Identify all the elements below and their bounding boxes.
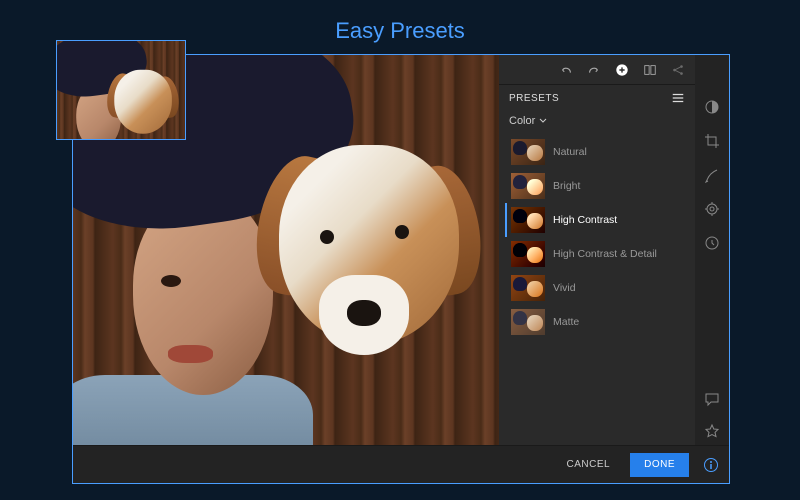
optics-icon[interactable] [704, 201, 720, 217]
preset-list: Natural Bright High Contrast High Contra… [499, 135, 695, 483]
photo-dog-eye-left [320, 230, 334, 244]
preset-label: Natural [553, 146, 587, 158]
crop-icon[interactable] [704, 133, 720, 149]
preset-category-label: Color [509, 115, 535, 127]
before-thumbnail[interactable] [56, 40, 186, 140]
preset-label: Bright [553, 180, 580, 192]
preset-natural[interactable]: Natural [505, 135, 695, 169]
preset-matte[interactable]: Matte [505, 305, 695, 339]
comment-icon[interactable] [704, 391, 720, 407]
preset-bright[interactable]: Bright [505, 169, 695, 203]
preset-thumb [511, 275, 545, 301]
preset-thumb [511, 241, 545, 267]
panel-menu-icon[interactable] [671, 91, 685, 105]
preset-thumb [511, 173, 545, 199]
chevron-down-icon [539, 117, 547, 125]
preset-label: Vivid [553, 282, 576, 294]
footer-bar: CANCEL DONE [73, 445, 729, 483]
preset-thumb [511, 139, 545, 165]
edit-icon[interactable] [704, 99, 720, 115]
star-icon[interactable] [704, 423, 720, 439]
preset-high-contrast-detail[interactable]: High Contrast & Detail [505, 237, 695, 271]
cancel-button[interactable]: CANCEL [553, 453, 625, 477]
preset-high-contrast[interactable]: High Contrast [505, 203, 695, 237]
brush-icon[interactable] [704, 167, 720, 183]
preset-label: High Contrast & Detail [553, 248, 657, 260]
photo-dog-nose [347, 300, 381, 326]
redo-icon[interactable] [587, 63, 601, 77]
photo-lips [168, 345, 213, 363]
history-icon[interactable] [704, 235, 720, 251]
right-rail [695, 55, 729, 483]
preset-thumb [511, 309, 545, 335]
presets-panel: PRESETS Color Natural Bright High Contra [499, 55, 695, 483]
panel-heading-row: PRESETS [499, 85, 695, 111]
preset-category-select[interactable]: Color [499, 111, 695, 135]
done-button[interactable]: DONE [630, 453, 689, 477]
preset-thumb [511, 207, 545, 233]
top-toolbar [499, 55, 695, 85]
undo-icon[interactable] [559, 63, 573, 77]
preset-vivid[interactable]: Vivid [505, 271, 695, 305]
preset-label: Matte [553, 316, 579, 328]
photo-dog-eye-right [395, 225, 409, 239]
compare-icon[interactable] [643, 63, 657, 77]
preset-label: High Contrast [553, 214, 617, 226]
share-icon[interactable] [671, 63, 685, 77]
info-icon[interactable] [703, 457, 719, 473]
add-icon[interactable] [615, 63, 629, 77]
photo-eye [161, 275, 181, 287]
panel-heading: PRESETS [509, 93, 559, 104]
